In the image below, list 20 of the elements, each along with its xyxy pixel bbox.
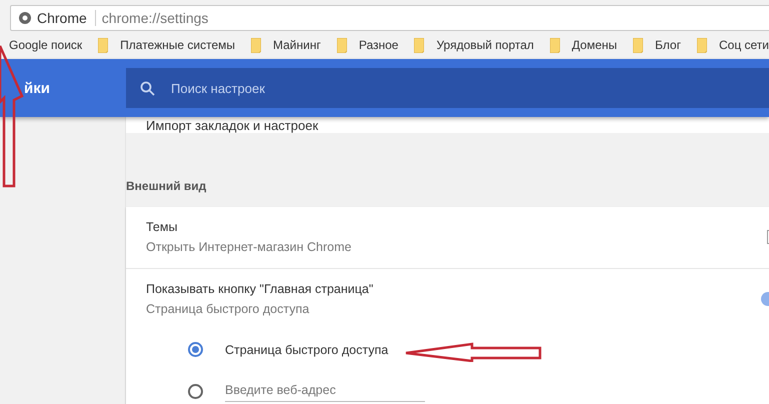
- row-subtitle: Страница быстрого доступа: [146, 302, 310, 316]
- bookmark[interactable]: Платежные системы: [98, 38, 235, 52]
- bookmark[interactable]: Блог: [633, 38, 681, 52]
- row-title: Показывать кнопку "Главная страница": [146, 282, 374, 296]
- bookmark[interactable]: Google поиск: [9, 38, 82, 52]
- bookmark[interactable]: Майнинг: [251, 38, 321, 52]
- row-title: Темы: [146, 220, 178, 234]
- bookmark[interactable]: Разное: [336, 38, 398, 52]
- bookmark[interactable]: Урядовый портал: [414, 38, 534, 52]
- bookmark[interactable]: Соц сети: [696, 38, 769, 52]
- settings-row[interactable]: Импорт закладок и настроек: [126, 117, 769, 133]
- search-field[interactable]: Поиск настроек: [126, 68, 769, 108]
- row-subtitle: Открыть Интернет-магазин Chrome: [146, 240, 352, 254]
- option-label: Страница быстрого доступа: [225, 342, 388, 356]
- page-title: йки: [23, 80, 51, 96]
- section-title: Внешний вид: [126, 178, 208, 195]
- url-text: chrome://settings: [102, 10, 208, 26]
- site-label: Chrome: [37, 10, 96, 26]
- address-bar[interactable]: Chrome chrome://settings: [10, 5, 769, 31]
- bookmark[interactable]: Домены: [550, 38, 618, 52]
